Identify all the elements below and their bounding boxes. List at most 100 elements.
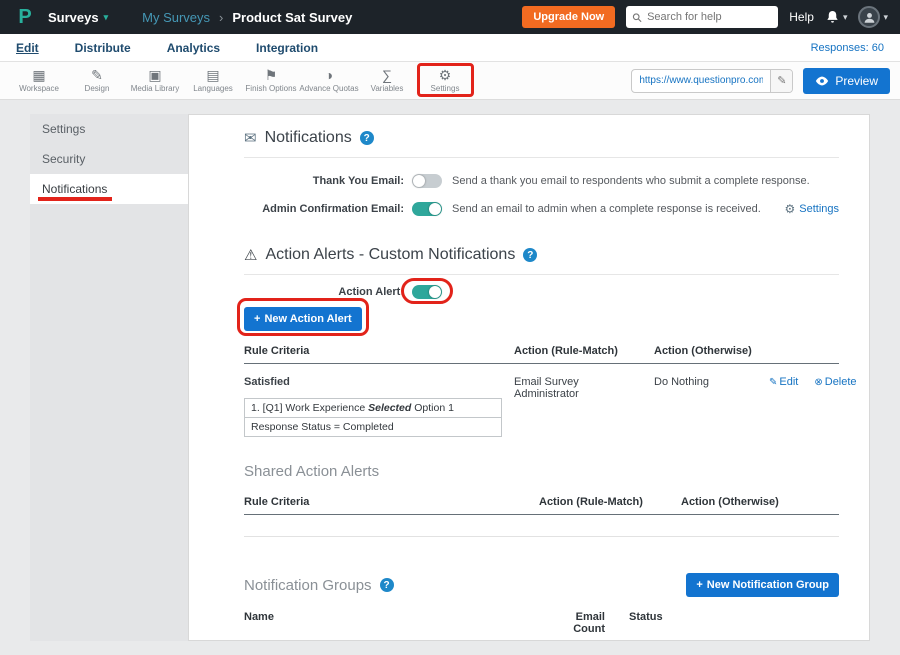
column-header-action-otherwise: Action (Otherwise) bbox=[681, 496, 839, 508]
help-link[interactable]: Help bbox=[789, 10, 814, 24]
new-action-alert-button[interactable]: + New Action Alert bbox=[244, 307, 362, 331]
notifications-section-header: ✉ Notifications ? bbox=[244, 129, 839, 147]
help-search[interactable] bbox=[626, 6, 778, 28]
column-header-name: Name bbox=[244, 611, 554, 635]
tab-integration[interactable]: Integration bbox=[256, 41, 318, 55]
rule-criteria-line: Response Status = Completed bbox=[245, 417, 501, 436]
section-title-notifications: Notifications bbox=[265, 129, 352, 147]
edit-alert-link[interactable]: ✎Edit bbox=[769, 376, 798, 388]
variables-icon: ∑ bbox=[382, 68, 392, 83]
new-notification-group-button[interactable]: + New Notification Group bbox=[686, 573, 839, 597]
toolbar-item-finish-options[interactable]: ⚑ Finish Options bbox=[242, 68, 300, 93]
survey-url-input[interactable] bbox=[632, 75, 770, 86]
toolbar-item-label: Languages bbox=[193, 84, 233, 93]
toolbar-item-variables[interactable]: ∑ Variables bbox=[358, 68, 416, 93]
advance-quotas-icon: ◑ bbox=[325, 68, 333, 83]
design-icon: ✎ bbox=[91, 68, 103, 83]
chevron-down-icon: ▾ bbox=[883, 12, 888, 23]
sidebar-item-settings[interactable]: Settings bbox=[30, 114, 188, 144]
thank-you-email-label: Thank You Email: bbox=[244, 175, 404, 187]
toolbar-item-settings[interactable]: ⚙ Settings bbox=[416, 68, 474, 93]
preview-button[interactable]: Preview bbox=[803, 68, 890, 94]
notifications-panel: ✉ Notifications ? Thank You Email: Send … bbox=[188, 114, 870, 641]
toolbar-item-languages[interactable]: ▤ Languages bbox=[184, 68, 242, 93]
section-title-action-alerts: Action Alerts - Custom Notifications bbox=[265, 246, 515, 264]
admin-confirmation-email-label: Admin Confirmation Email: bbox=[244, 203, 404, 215]
action-alerts-table-header: Rule Criteria Action (Rule-Match) Action… bbox=[244, 345, 839, 364]
help-circle-icon[interactable]: ? bbox=[380, 578, 394, 592]
breadcrumb-separator-icon: › bbox=[219, 10, 223, 25]
questionpro-logo[interactable]: P bbox=[12, 6, 38, 29]
warning-icon: ⚠ bbox=[244, 246, 257, 264]
admin-email-settings-link[interactable]: Settings bbox=[799, 203, 839, 215]
edit-url-button[interactable]: ✎ bbox=[770, 69, 792, 93]
toolbar-item-label: Variables bbox=[371, 84, 404, 93]
sidebar-item-security[interactable]: Security bbox=[30, 144, 188, 174]
eye-icon bbox=[815, 76, 829, 86]
action-match-cell: Email Survey Administrator bbox=[514, 376, 654, 437]
notification-groups-table-header: Name Email Count Status bbox=[244, 611, 839, 641]
tab-edit[interactable]: Edit bbox=[16, 41, 39, 55]
sidebar-item-notifications[interactable]: Notifications bbox=[30, 174, 188, 204]
toolbar-item-advance-quotas[interactable]: ◑ Advance Quotas bbox=[300, 68, 358, 93]
notifications-bell-button[interactable]: ▾ bbox=[825, 10, 848, 25]
breadcrumb-my-surveys[interactable]: My Surveys bbox=[142, 10, 210, 25]
toolbar-item-label: Design bbox=[85, 84, 110, 93]
responses-count[interactable]: Responses: 60 bbox=[811, 42, 884, 54]
admin-email-settings: ⚙ Settings bbox=[784, 202, 839, 216]
column-header-email-count: Email Count bbox=[554, 611, 629, 635]
notification-groups-header: Notification Groups ? + New Notification… bbox=[244, 573, 839, 597]
column-header-action-otherwise: Action (Otherwise) bbox=[654, 345, 769, 357]
help-search-input[interactable] bbox=[647, 11, 772, 23]
column-header-status: Status bbox=[629, 611, 739, 635]
envelope-icon: ✉ bbox=[244, 129, 257, 147]
shared-alerts-table-header: Rule Criteria Action (Rule-Match) Action… bbox=[244, 496, 839, 515]
media-library-icon: ▣ bbox=[148, 68, 161, 83]
toggle-knob bbox=[429, 203, 441, 215]
admin-confirmation-email-row: Admin Confirmation Email: Send an email … bbox=[244, 202, 839, 216]
toolbar-item-workspace[interactable]: ▦ Workspace bbox=[10, 68, 68, 93]
survey-nav-tabs: Edit Distribute Analytics Integration Re… bbox=[0, 34, 900, 62]
workspace-icon: ▦ bbox=[32, 68, 45, 83]
section-title-shared-action-alerts: Shared Action Alerts bbox=[244, 463, 839, 480]
account-menu[interactable]: ▾ bbox=[858, 6, 888, 28]
toggle-knob bbox=[429, 286, 441, 298]
tab-analytics[interactable]: Analytics bbox=[167, 41, 220, 55]
action-alert-table-row: Satisfied 1. [Q1] Work Experience Select… bbox=[244, 364, 839, 437]
top-bar: P Surveys ▾ My Surveys › Product Sat Sur… bbox=[0, 0, 900, 34]
toolbar-item-media-library[interactable]: ▣ Media Library bbox=[126, 68, 184, 93]
surveys-menu[interactable]: Surveys ▾ bbox=[48, 10, 108, 25]
rule-criteria-cell: Satisfied 1. [Q1] Work Experience Select… bbox=[244, 376, 514, 437]
thank-you-email-row: Thank You Email: Send a thank you email … bbox=[244, 174, 839, 188]
gear-icon: ⚙ bbox=[784, 202, 795, 216]
breadcrumb: My Surveys › Product Sat Survey bbox=[142, 10, 352, 25]
finish-options-icon: ⚑ bbox=[265, 68, 278, 83]
toolbar-item-design[interactable]: ✎ Design bbox=[68, 68, 126, 93]
rule-group-label: Satisfied bbox=[244, 376, 514, 388]
upgrade-now-button[interactable]: Upgrade Now bbox=[522, 6, 615, 28]
help-circle-icon[interactable]: ? bbox=[360, 131, 374, 145]
toolbar-item-label: Settings bbox=[431, 84, 460, 93]
settings-gear-icon: ⚙ bbox=[439, 68, 452, 83]
toolbar-item-label: Advance Quotas bbox=[299, 84, 358, 93]
tab-distribute[interactable]: Distribute bbox=[75, 41, 131, 55]
alert-row-actions: ✎Edit ⊗Delete bbox=[769, 376, 857, 437]
settings-sidebar: Settings Security Notifications bbox=[30, 114, 188, 641]
toolbar-item-label: Finish Options bbox=[245, 84, 296, 93]
toolbar-right: ✎ Preview bbox=[631, 68, 890, 94]
thank-you-email-toggle[interactable] bbox=[412, 174, 442, 188]
action-alert-toggle[interactable] bbox=[412, 285, 442, 299]
column-header-action-match: Action (Rule-Match) bbox=[514, 345, 654, 357]
logo-letter: P bbox=[18, 6, 31, 28]
plus-icon: + bbox=[254, 313, 260, 325]
chevron-down-icon: ▾ bbox=[843, 12, 848, 23]
help-circle-icon[interactable]: ? bbox=[523, 248, 537, 262]
toggle-knob bbox=[413, 175, 425, 187]
admin-confirmation-email-toggle[interactable] bbox=[412, 202, 442, 216]
delete-alert-link[interactable]: ⊗Delete bbox=[814, 376, 856, 388]
settings-content: Settings Security Notifications ✉ Notifi… bbox=[0, 100, 900, 655]
action-alerts-section-header: ⚠ Action Alerts - Custom Notifications ? bbox=[244, 246, 839, 264]
breadcrumb-current-survey: Product Sat Survey bbox=[232, 10, 352, 25]
shared-alerts-empty-row bbox=[244, 515, 839, 537]
action-alert-toggle-row: Action Alert: bbox=[244, 285, 839, 299]
